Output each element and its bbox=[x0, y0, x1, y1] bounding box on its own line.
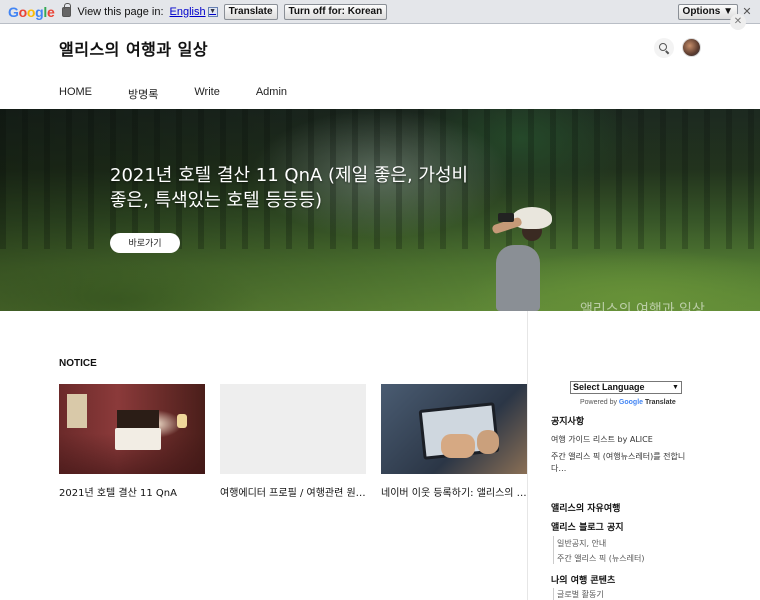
notice-card[interactable]: 여행에디터 프로필 / 여행관련 원… bbox=[220, 384, 366, 499]
chevron-down-icon[interactable]: ▼ bbox=[207, 6, 218, 17]
sidebar-notice-item[interactable]: 주간 앨리스 픽 (여행뉴스레터)를 전합니다… bbox=[551, 451, 691, 475]
options-button[interactable]: Options ▼ bbox=[677, 4, 738, 20]
nav-item-write[interactable]: Write bbox=[194, 86, 219, 102]
notice-card[interactable]: 네이버 이웃 등록하기: 앨리스의 … bbox=[381, 384, 527, 499]
card-title[interactable]: 네이버 이웃 등록하기: 앨리스의 … bbox=[381, 484, 527, 499]
hero-person-image bbox=[488, 207, 552, 311]
chevron-down-icon[interactable]: ▼ bbox=[671, 383, 680, 392]
hero-title[interactable]: 2021년 호텔 결산 11 QnA (제일 좋은, 가성비 좋은, 특색있는 … bbox=[110, 163, 470, 213]
hero-watermark: 앨리스의 여행과 일상 bbox=[580, 302, 705, 311]
hero-go-button[interactable]: 바로가기 bbox=[110, 233, 180, 253]
translate-bar: Google View this page in: English ▼ Trans… bbox=[0, 0, 760, 24]
google-logo: Google bbox=[8, 3, 55, 20]
sidebar-sub-line bbox=[553, 536, 554, 564]
hero-banner[interactable]: 2021년 호텔 결산 11 QnA (제일 좋은, 가성비 좋은, 특색있는 … bbox=[0, 109, 760, 311]
card-title[interactable]: 2021년 호텔 결산 11 QnA bbox=[59, 484, 205, 499]
language-select-value[interactable]: Select Language bbox=[573, 382, 645, 392]
sidebar-category-my-travel[interactable]: 나의 여행 콘텐츠 bbox=[551, 573, 615, 586]
sidebar-category-blog-notice[interactable]: 앨리스 블로그 공지 bbox=[551, 520, 624, 533]
blog-title[interactable]: 앨리스의 여행과 일상 bbox=[59, 36, 208, 60]
language-name[interactable]: English bbox=[170, 6, 206, 18]
powered-by-google: Powered by Google Translate bbox=[580, 399, 676, 406]
turn-off-button[interactable]: Turn off for: Korean bbox=[283, 3, 388, 20]
sidebar-subcategory[interactable]: 주간 앨리스 픽 (뉴스레터) bbox=[557, 553, 644, 564]
language-link[interactable]: English ▼ bbox=[170, 6, 218, 18]
translate-button[interactable]: Translate bbox=[223, 3, 278, 20]
lock-icon bbox=[62, 2, 72, 17]
nav-item-guestbook[interactable]: 방명록 bbox=[128, 86, 158, 102]
avatar[interactable] bbox=[682, 38, 701, 57]
translate-link[interactable]: Translate bbox=[645, 399, 676, 406]
search-button[interactable] bbox=[654, 38, 674, 58]
sidebar-subcategory[interactable]: 일반공지, 안내 bbox=[557, 538, 606, 549]
nav-item-admin[interactable]: Admin bbox=[256, 86, 287, 102]
sidebar-subcategory[interactable]: 글로벌 활동기 bbox=[557, 589, 604, 600]
main-nav: HOME 방명록 Write Admin bbox=[59, 86, 323, 102]
powered-by-label: Powered by bbox=[580, 399, 617, 406]
close-icon[interactable]: ✕ bbox=[730, 14, 746, 30]
notice-card[interactable]: 2021년 호텔 결산 11 QnA bbox=[59, 384, 205, 499]
card-thumbnail[interactable] bbox=[381, 384, 527, 474]
search-icon-handle bbox=[665, 50, 670, 55]
sidebar-notice-heading: 공지사항 bbox=[551, 417, 585, 427]
sidebar-divider bbox=[527, 311, 528, 600]
card-title[interactable]: 여행에디터 프로필 / 여행관련 원… bbox=[220, 484, 366, 499]
sidebar-notice-item[interactable]: 여행 가이드 리스트 by ALICE bbox=[551, 434, 653, 446]
translate-label: View this page in: bbox=[77, 5, 164, 18]
google-logo[interactable]: Google bbox=[619, 399, 643, 406]
nav-item-home[interactable]: HOME bbox=[59, 86, 92, 102]
sidebar-category-heading[interactable]: 앨리스의 자유여행 bbox=[551, 501, 620, 514]
card-thumbnail[interactable] bbox=[220, 384, 366, 474]
language-select[interactable]: Select Language ▼ bbox=[570, 381, 682, 394]
notice-heading: NOTICE bbox=[59, 358, 97, 369]
sidebar-sub-line bbox=[553, 588, 554, 600]
card-thumbnail[interactable] bbox=[59, 384, 205, 474]
